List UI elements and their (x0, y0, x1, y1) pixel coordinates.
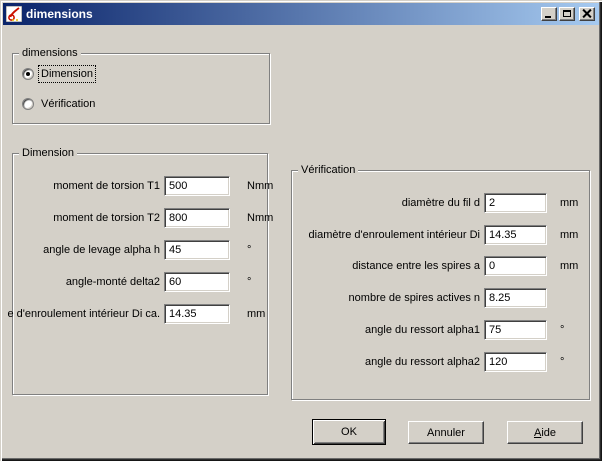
verification-group-label: Vérification (298, 163, 358, 177)
ok-button[interactable]: OK (312, 419, 386, 445)
input-delta2[interactable] (164, 272, 230, 292)
unit-spires-a: mm (560, 259, 590, 273)
field-label-fil-d: diamètre du fil d (260, 196, 480, 210)
field-label-spires-n: nombre de spires actives n (260, 291, 480, 305)
minimize-button[interactable] (541, 7, 557, 21)
unit-alpha-h: ° (247, 243, 287, 257)
field-label-spires-a: distance entre les spires a (260, 259, 480, 273)
radio-dimension-label[interactable]: Dimension (39, 66, 95, 82)
mode-group-label: dimensions (19, 46, 81, 60)
field-label-di-ca: e d'enroulement intérieur Di ca. (0, 307, 160, 321)
unit-delta2: ° (247, 275, 287, 289)
mode-groupbox: dimensions Dimension Vérification (12, 53, 270, 124)
cancel-button-label: Annuler (427, 427, 465, 439)
input-t2[interactable] (164, 208, 230, 228)
input-alpha-h[interactable] (164, 240, 230, 260)
radio-row-dimension[interactable]: Dimension (22, 66, 95, 82)
window-title: dimensions (26, 7, 541, 21)
titlebar[interactable]: dimensions (3, 3, 599, 25)
unit-di-ca: mm (247, 307, 287, 321)
maximize-icon (563, 10, 571, 17)
radio-verification-label[interactable]: Vérification (39, 96, 97, 112)
field-label-t1: moment de torsion T1 (0, 179, 160, 193)
close-icon (582, 9, 592, 18)
help-button-label: Aide (534, 427, 556, 439)
unit-t2: Nmm (247, 211, 287, 225)
unit-spires-n (560, 291, 590, 305)
cancel-button[interactable]: Annuler (408, 421, 484, 444)
spring-icon[interactable] (6, 6, 22, 22)
field-label-delta2: angle-monté delta2 (0, 275, 160, 289)
dialog-window: dimensions dimensions Dimension Vérifica… (0, 0, 602, 461)
field-label-alpha-h: angle de levage alpha h (0, 243, 160, 257)
close-button[interactable] (579, 7, 595, 21)
field-label-di: diamètre d'enroulement intérieur Di (260, 228, 480, 242)
input-spires-n[interactable] (484, 288, 547, 308)
field-label-alpha2: angle du ressort alpha2 (260, 355, 480, 369)
ok-button-label: OK (341, 426, 357, 438)
input-alpha2[interactable] (484, 352, 547, 372)
radio-dimension[interactable] (22, 68, 34, 80)
field-label-alpha1: angle du ressort alpha1 (260, 323, 480, 337)
unit-fil-d: mm (560, 196, 590, 210)
input-fil-d[interactable] (484, 193, 547, 213)
dimension-group-label: Dimension (19, 146, 77, 160)
input-t1[interactable] (164, 176, 230, 196)
help-button[interactable]: Aide (507, 421, 583, 444)
unit-alpha2: ° (560, 355, 590, 369)
maximize-button[interactable] (559, 7, 575, 21)
input-di[interactable] (484, 225, 547, 245)
input-di-ca[interactable] (164, 304, 230, 324)
unit-t1: Nmm (247, 179, 287, 193)
field-label-t2: moment de torsion T2 (0, 211, 160, 225)
radio-row-verification[interactable]: Vérification (22, 96, 97, 112)
unit-di: mm (560, 228, 590, 242)
input-alpha1[interactable] (484, 320, 547, 340)
minimize-icon (545, 16, 551, 18)
radio-verification[interactable] (22, 98, 34, 110)
input-spires-a[interactable] (484, 256, 547, 276)
unit-alpha1: ° (560, 323, 590, 337)
